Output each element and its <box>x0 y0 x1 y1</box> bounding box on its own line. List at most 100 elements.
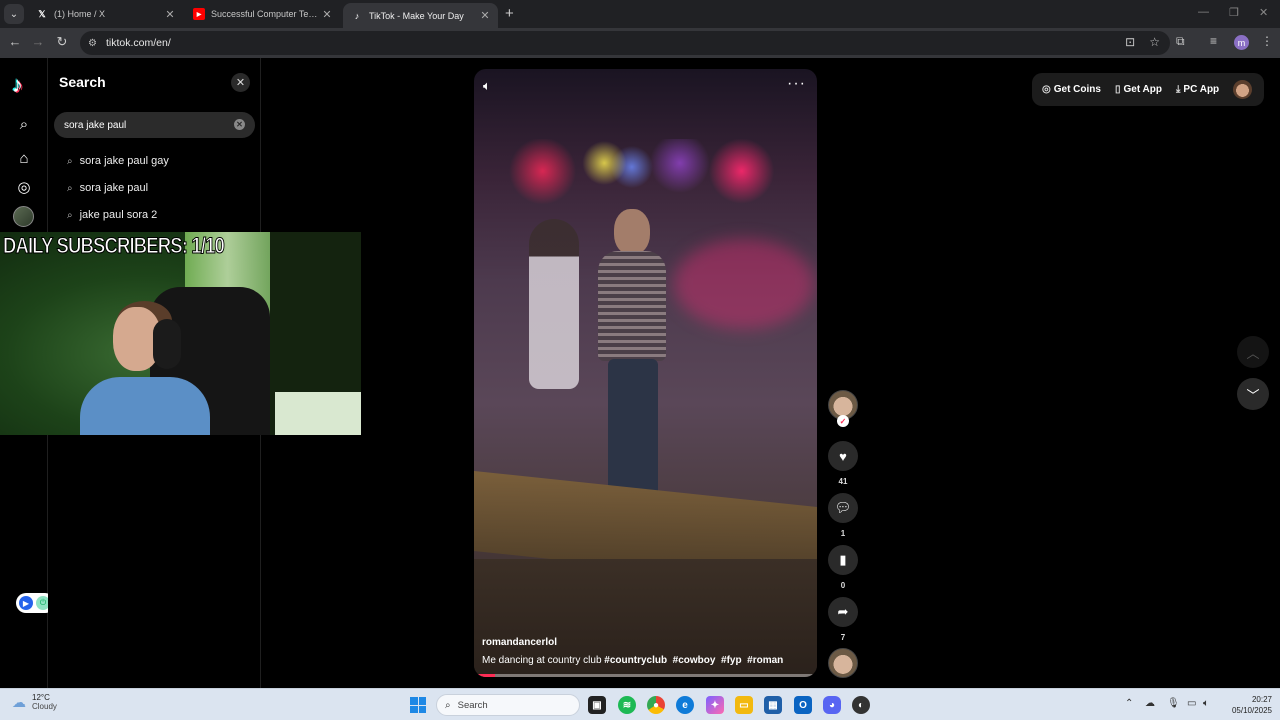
comment-action[interactable]: 💬︎ 1 <box>828 493 858 538</box>
close-tab-icon[interactable]: ✕ <box>163 8 177 21</box>
search-icon[interactable]: ⌕ <box>14 114 34 134</box>
following-check-icon[interactable]: ✓ <box>837 415 849 427</box>
reload-icon[interactable]: ↻ <box>53 34 71 50</box>
next-video-chevron-down-icon[interactable]: ﹀ <box>1237 378 1269 410</box>
get-app-button[interactable]: ▯ Get App <box>1115 84 1162 95</box>
restore-icon[interactable]: ❐ <box>1229 6 1239 19</box>
search-input[interactable] <box>64 119 229 131</box>
new-tab-icon[interactable]: + <box>505 5 514 22</box>
url-text: tiktok.com/en/ <box>105 37 171 49</box>
tab-title: Successful Computer Tech Sho <box>211 9 320 19</box>
download-icon: ⤓ <box>1176 84 1181 95</box>
browser-tab-youtube[interactable]: ▶ Successful Computer Tech Sho ✕ <box>185 3 340 25</box>
coin-icon: ◎ <box>1042 84 1051 95</box>
video-progress-bar[interactable] <box>474 674 817 677</box>
file-explorer-icon[interactable]: ▭ <box>735 696 753 714</box>
close-window-icon[interactable]: ✕ <box>1259 6 1268 19</box>
bookmark-star-icon[interactable]: ☆ <box>1149 35 1160 49</box>
close-search-icon[interactable]: ✕ <box>231 73 250 92</box>
explore-compass-icon[interactable]: ◎ <box>14 177 34 197</box>
headset-icon <box>153 319 181 369</box>
tab-search-dropdown[interactable]: ⌄ <box>4 4 24 24</box>
network-icon[interactable]: ▭ <box>1187 698 1196 709</box>
forward-arrow-icon[interactable]: → <box>29 34 47 49</box>
suggestion-text: sora jake paul <box>79 182 149 194</box>
onedrive-cloud-icon[interactable]: ☁ <box>1145 698 1155 709</box>
hashtag[interactable]: #countryclub <box>604 655 667 666</box>
heart-icon[interactable]: ♥ <box>828 441 858 471</box>
search-suggestion[interactable]: ⌕ sora jake paul <box>67 182 148 194</box>
tab-title: TikTok - Make Your Day <box>369 10 464 21</box>
close-tab-icon[interactable]: ✕ <box>320 8 334 21</box>
chrome-icon[interactable]: ● <box>647 696 665 714</box>
tiktok-logo-icon[interactable]: ♪ <box>12 72 36 97</box>
back-arrow-icon[interactable]: ← <box>6 34 24 49</box>
video-caption: Me dancing at country club #countryclub … <box>482 655 783 666</box>
youtube-icon: ▶ <box>193 8 205 20</box>
sound-disc-avatar[interactable] <box>828 648 858 678</box>
comment-count: 1 <box>840 529 846 538</box>
copilot-icon[interactable]: ✦ <box>706 696 724 714</box>
media-control-icon[interactable]: ≡ <box>1210 34 1217 48</box>
browser-profile-avatar[interactable]: m <box>1234 35 1249 50</box>
home-icon[interactable]: ⌂ <box>14 148 34 168</box>
install-app-icon[interactable]: ⊡ <box>1125 35 1135 49</box>
share-arrow-icon[interactable]: ➦ <box>828 597 858 627</box>
task-view-icon[interactable]: ▣ <box>588 696 606 714</box>
search-icon: ⌕ <box>67 155 73 167</box>
share-action[interactable]: ➦ 7 <box>828 597 858 642</box>
more-options-icon[interactable]: ··· <box>787 75 806 93</box>
microsoft-store-icon[interactable]: ▦ <box>764 696 782 714</box>
streamer-body <box>80 377 210 435</box>
windows-taskbar: ☁ 12°C Cloudy ⌕ Search ▣ ≋ ● e ✦ ▭ ▦ O ◕… <box>0 688 1280 720</box>
caption-text: Me dancing at country club <box>482 655 602 666</box>
hashtag[interactable]: #fyp <box>721 655 742 666</box>
pc-app-button[interactable]: ⤓ PC App <box>1176 84 1219 95</box>
hashtag[interactable]: #roman <box>747 655 783 666</box>
previous-video-chevron-up-icon[interactable]: ︿ <box>1237 336 1269 368</box>
user-avatar[interactable] <box>1233 80 1252 99</box>
app-icon[interactable]: ◐ <box>852 696 870 714</box>
chevron-up-icon[interactable]: ⌃ <box>1125 698 1133 709</box>
profile-avatar[interactable] <box>13 206 34 227</box>
save-count: 0 <box>840 581 846 590</box>
edge-icon[interactable]: e <box>676 696 694 714</box>
extensions-icon[interactable]: ⧉ <box>1176 34 1185 49</box>
spotify-icon[interactable]: ≋ <box>618 696 636 714</box>
hashtag[interactable]: #cowboy <box>673 655 716 666</box>
like-count: 41 <box>838 477 848 486</box>
search-suggestion[interactable]: ⌕ sora jake paul gay <box>67 155 169 167</box>
clock-date: 05/10/2025 <box>1231 706 1272 715</box>
get-coins-button[interactable]: ◎ Get Coins <box>1042 84 1101 95</box>
like-action[interactable]: ♥ 41 <box>828 441 858 486</box>
browser-tab-tiktok[interactable]: ♪ TikTok - Make Your Day ✕ <box>343 3 498 28</box>
minimize-icon[interactable]: — <box>1198 6 1209 18</box>
browser-menu-icon[interactable]: ⋮ <box>1261 34 1273 48</box>
site-info-icon[interactable]: ⚙ <box>88 38 97 49</box>
taskbar-clock[interactable]: 20:27 05/10/2025 <box>1222 694 1272 716</box>
clear-search-icon[interactable]: ✕ <box>234 119 245 130</box>
taskbar-search[interactable]: ⌕ Search <box>436 694 580 716</box>
play-icon[interactable]: ▶ <box>19 596 33 610</box>
video-username[interactable]: romandancerlol <box>482 637 557 648</box>
save-action[interactable]: ▮ 0 <box>828 545 858 590</box>
speaker-icon[interactable]: 🔈︎ <box>1203 698 1209 709</box>
bookmark-icon[interactable]: ▮ <box>828 545 858 575</box>
suggestion-text: sora jake paul gay <box>79 155 169 167</box>
taskbar-search-label: Search <box>457 699 488 711</box>
comment-icon[interactable]: 💬︎ <box>828 493 858 523</box>
windows-start-icon[interactable] <box>410 697 426 713</box>
volume-icon[interactable]: 🔈︎ <box>483 78 491 94</box>
microphone-icon[interactable]: 🎙︎ <box>1167 698 1180 709</box>
tiktok-icon: ♪ <box>354 10 360 21</box>
discord-icon[interactable]: ◕ <box>823 696 841 714</box>
close-tab-icon[interactable]: ✕ <box>478 9 492 22</box>
weather-widget[interactable]: ☁ 12°C Cloudy <box>12 693 57 711</box>
dancer-head <box>614 209 650 255</box>
search-suggestion[interactable]: ⌕ jake paul sora 2 <box>67 209 157 221</box>
webcam-overlay: DAILY SUBSCRIBERS: 1/10 <box>0 232 361 435</box>
video-player[interactable]: 🔈︎ ··· romandancerlol Me dancing at coun… <box>474 69 817 677</box>
browser-tab-x[interactable]: 𝕏 (1) Home / X ✕ <box>28 3 183 25</box>
outlook-icon[interactable]: O <box>794 696 812 714</box>
address-bar[interactable]: ⚙ tiktok.com/en/ ⊡ ☆ <box>80 31 1170 55</box>
